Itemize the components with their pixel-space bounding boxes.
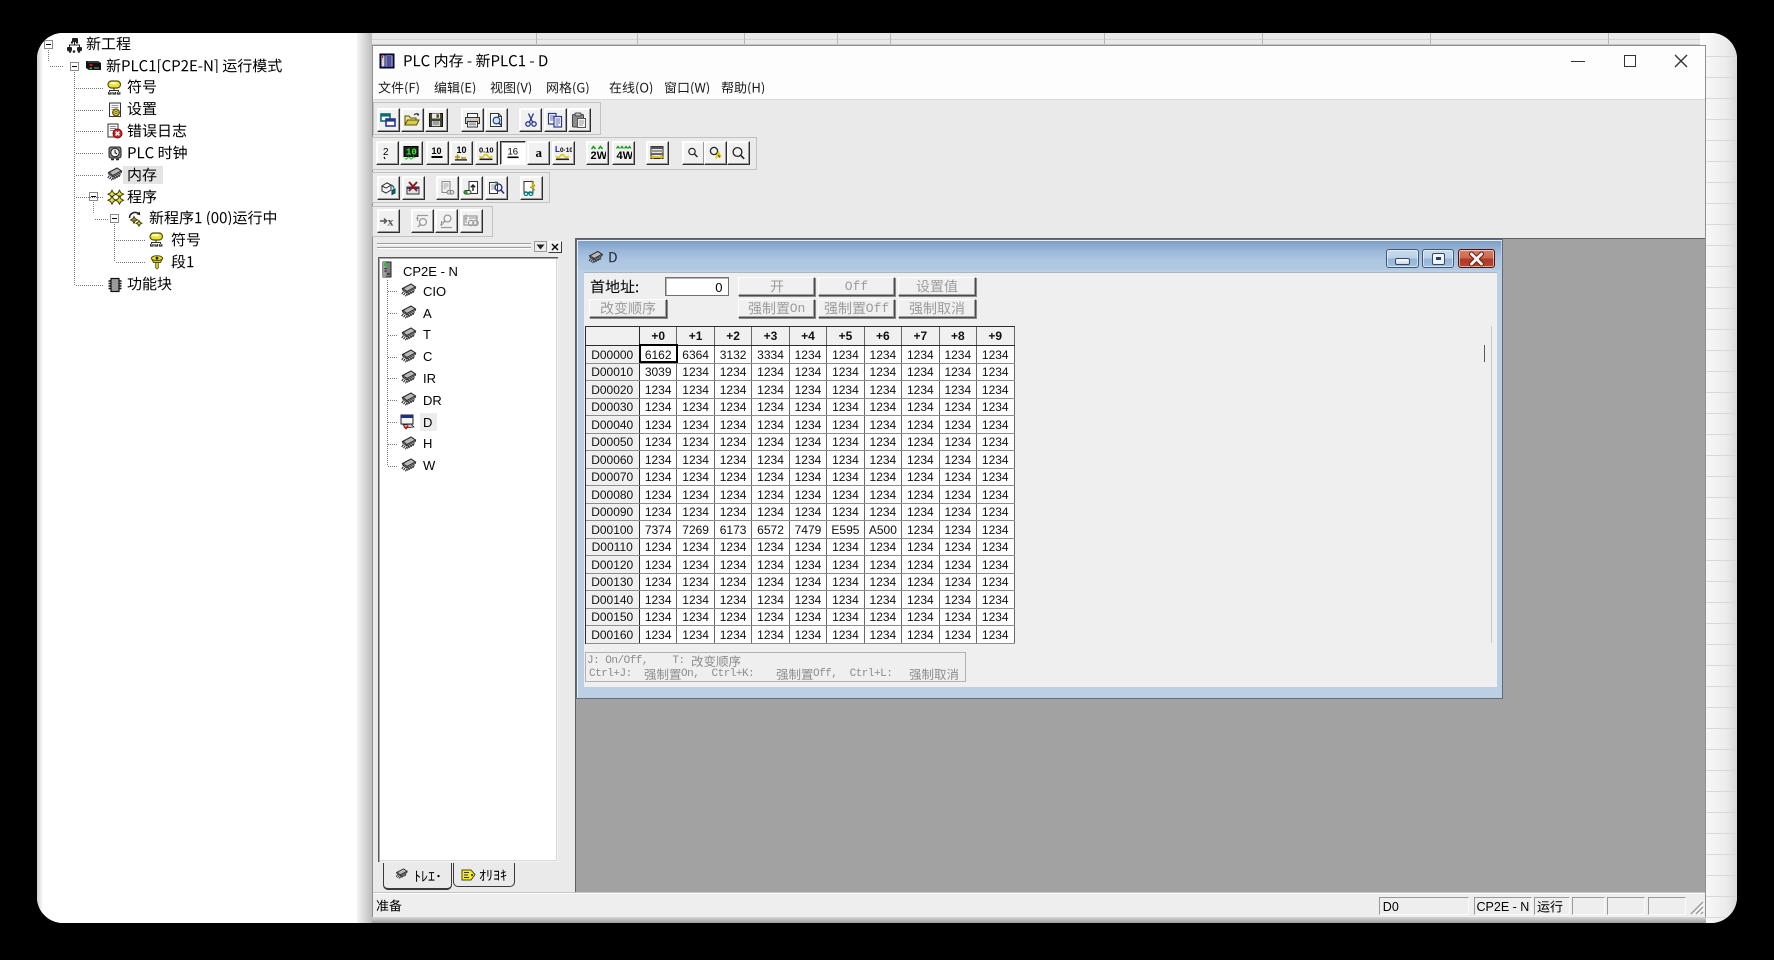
svg-text:a: a bbox=[535, 145, 542, 160]
svg-text:0.10: 0.10 bbox=[479, 146, 494, 155]
svg-text:10: 10 bbox=[432, 146, 442, 156]
svg-text:10: 10 bbox=[457, 145, 467, 155]
svg-text:16: 16 bbox=[507, 147, 518, 158]
svg-text:4W: 4W bbox=[616, 150, 632, 161]
svg-text:0·10: 0·10 bbox=[560, 147, 572, 154]
svg-text:2: 2 bbox=[383, 147, 389, 158]
svg-text:10: 10 bbox=[406, 148, 417, 158]
svg-text:2W: 2W bbox=[590, 150, 606, 161]
svg-text:x: x bbox=[388, 215, 394, 229]
